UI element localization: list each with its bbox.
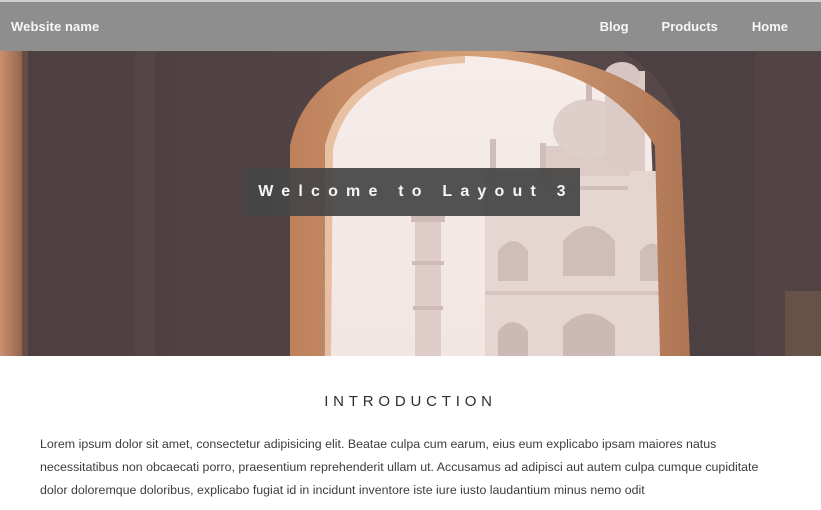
hero-title: Welcome to Layout 3 [258, 183, 574, 200]
brand-link[interactable]: Website name [11, 19, 99, 34]
nav-links: Blog Products Home [600, 2, 810, 51]
intro-heading: INTRODUCTION [324, 393, 497, 410]
intro-paragraph: Lorem ipsum dolor sit amet, consectetur … [40, 437, 759, 497]
nav-link-home[interactable]: Home [752, 2, 788, 51]
nav-link-blog[interactable]: Blog [600, 2, 629, 51]
hero-banner: Welcome to Layout 3 [0, 51, 821, 356]
nav-link-products[interactable]: Products [662, 2, 718, 51]
hero-title-box: Welcome to Layout 3 [246, 168, 580, 216]
top-navbar: Website name Blog Products Home [0, 2, 821, 51]
